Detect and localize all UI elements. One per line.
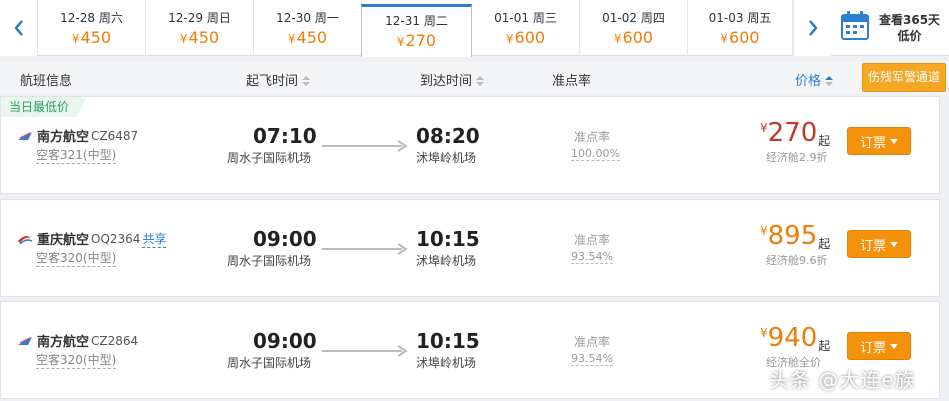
sort-arrival-time[interactable]: 到达时间 [420,70,485,89]
aircraft-type[interactable]: 空客320(中型) [36,353,117,369]
airline-name: 南方航空 [37,130,90,145]
next-dates-button[interactable] [793,0,831,56]
sort-departure-time[interactable]: 起飞时间 [246,70,311,89]
ontime-value[interactable]: 93.54% [571,250,613,264]
airline-info: 南方航空 CZ6487 [17,126,138,145]
departure-time: 09:00 [253,329,317,353]
ontime-label: 准点率 [574,233,611,247]
flight-number: CZ6487 [91,128,139,143]
caret-down-icon [890,138,898,144]
book-button[interactable]: 订票 [847,230,911,258]
caret-down-icon [890,241,898,247]
calendar-icon [841,11,869,45]
sort-ascending-icon [825,76,834,86]
date-label: 12-29 周日 [168,11,231,25]
china-southern-logo-icon [18,131,32,140]
aircraft-type[interactable]: 空客320(中型) [36,251,117,267]
prev-dates-button[interactable] [0,0,38,56]
date-tab-selected[interactable]: 12-31 周二 ¥270 [361,4,472,57]
sort-price[interactable]: 价格 [795,70,834,89]
departure-time: 09:00 [253,227,317,251]
date-strip: 12-28 周六 ¥450 12-29 周日 ¥450 12-30 周一 ¥45… [0,0,949,57]
price-amount: 270 [767,118,818,148]
book-button[interactable]: 订票 [847,127,911,155]
arrival-airport: 沭埠岭机场 [416,254,477,268]
ontime-label: 准点率 [574,335,611,349]
chevron-left-icon [13,20,23,36]
calendar-label: 查看365天 低价 [879,13,941,43]
chongqing-airlines-logo-icon [18,235,33,245]
price: ¥940 起 [760,323,831,353]
aircraft-type[interactable]: 空客321(中型) [36,148,117,164]
date-label: 12-31 周二 [385,14,448,28]
cabin-discount: 经济舱2.9折 [766,151,828,164]
departure-airport: 周水子国际机场 [227,356,312,370]
date-tab-0[interactable]: 12-28 周六 ¥450 [38,0,146,56]
flight-number: CZ2864 [91,333,139,348]
book-button[interactable]: 订票 [847,332,911,360]
date-tab-1[interactable]: 12-29 周日 ¥450 [146,0,254,56]
price-amount: 895 [767,221,818,251]
route-arrow-icon [322,345,408,357]
china-southern-logo-icon [18,336,32,345]
departure-airport: 周水子国际机场 [227,151,312,165]
arrival-time: 10:15 [416,329,480,353]
arrival-time: 10:15 [416,227,480,251]
lowest-price-badge: 当日最低价 [1,97,88,117]
sort-icon [302,76,311,86]
date-price: ¥450 [71,28,112,47]
price-amount: 940 [767,323,818,353]
watermark: 头条 @大连e族 [769,368,916,392]
date-price: ¥450 [287,28,328,47]
price: ¥270 起 [760,118,831,148]
date-price: ¥450 [179,28,220,47]
route-arrow-icon [322,140,408,152]
header-flight-info: 航班信息 [20,74,73,89]
airline-name: 重庆航空 [37,233,90,248]
date-label: 12-28 周六 [60,11,123,25]
date-price: ¥600 [720,28,760,47]
ontime-value[interactable]: 100.00% [571,147,620,161]
route-arrow-icon [322,243,408,255]
date-tab-6[interactable]: 01-03 周五 ¥600 [688,0,793,56]
arrival-airport: 沭埠岭机场 [416,151,477,165]
price: ¥895 起 [760,221,831,251]
date-tab-5[interactable]: 01-02 周四 ¥600 [580,0,688,56]
cabin-discount: 经济舱9.6折 [766,254,828,267]
flight-row: 当日最低价 南方航空 CZ6487 空客321(中型) 07:10 周水子国际机… [0,96,940,194]
ontime-value[interactable]: 93.54% [571,352,613,366]
date-tab-2[interactable]: 12-30 周一 ¥450 [254,0,362,56]
date-price: ¥600 [505,28,546,47]
list-header: 航班信息 起飞时间 到达时间 准点率 价格 [0,62,949,94]
airline-name: 南方航空 [37,335,90,350]
airline-info: 南方航空 CZ2864 [17,331,138,350]
date-price: ¥600 [613,28,654,47]
sort-icon [476,76,485,86]
view-365-days-button[interactable]: 查看365天 低价 [831,0,949,56]
codeshare-link[interactable]: 共享 [142,230,167,248]
date-label: 12-30 周一 [276,11,339,25]
arrival-time: 08:20 [416,124,480,148]
caret-down-icon [890,343,898,349]
date-label: 01-03 周五 [708,11,772,25]
flight-number: OQ2364 [91,231,141,246]
military-disabled-channel-button[interactable]: 伤残军警通道 [862,63,946,92]
date-label: 01-02 周四 [602,11,665,25]
date-label: 01-01 周三 [494,11,557,25]
header-ontime-rate: 准点率 [552,74,592,89]
departure-time: 07:10 [253,124,317,148]
arrival-airport: 沭埠岭机场 [416,356,477,370]
chevron-right-icon [808,20,818,36]
airline-info: 重庆航空 OQ2364 共享 [17,229,167,248]
departure-airport: 周水子国际机场 [227,254,312,268]
date-price: ¥270 [396,31,437,50]
flight-row: 重庆航空 OQ2364 共享 空客320(中型) 09:00 周水子国际机场 1… [0,199,940,297]
ontime-label: 准点率 [574,130,611,144]
date-tab-4[interactable]: 01-01 周三 ¥600 [472,0,580,56]
